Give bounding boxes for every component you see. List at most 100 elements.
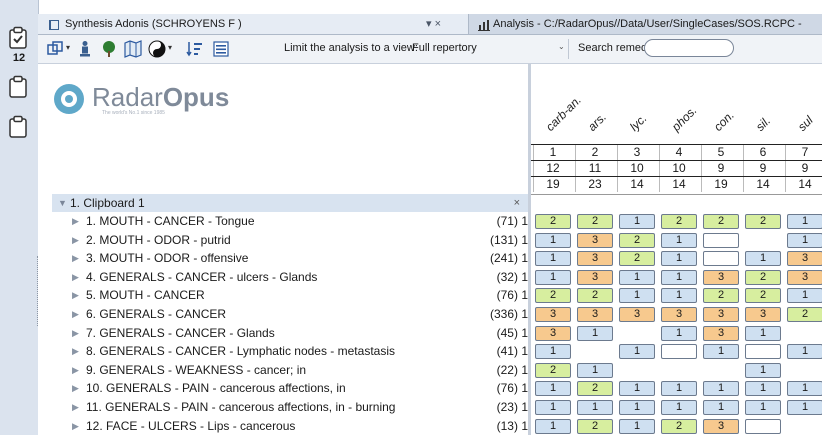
grade-cell[interactable]: 1	[661, 400, 697, 415]
grade-cell[interactable]: 1	[535, 232, 571, 248]
grade-cell[interactable]: 1	[745, 251, 781, 267]
tree-family-icon[interactable]	[100, 40, 118, 58]
grade-cell[interactable]: 3	[577, 307, 613, 322]
grade-cell[interactable]: 3	[535, 325, 571, 341]
clipboard-group-header[interactable]: ▼ 1. Clipboard 1 ×	[52, 194, 528, 212]
grade-cell[interactable]: 1	[535, 381, 571, 397]
chevron-down-icon[interactable]: ▼	[58, 194, 67, 212]
chevron-down-icon[interactable]: ▾	[66, 43, 70, 52]
grade-cell[interactable]: 3	[787, 269, 822, 285]
grade-cell[interactable]: 2	[619, 232, 655, 248]
rubric-row[interactable]: ▶ 7. GENERALS - CANCER - Glands (45) 1	[52, 324, 528, 342]
grade-cell[interactable]: 1	[787, 400, 822, 415]
grade-cell[interactable]: 2	[577, 214, 613, 229]
grade-cell[interactable]: 1	[661, 325, 697, 341]
expand-arrow-icon[interactable]: ▶	[72, 249, 79, 267]
rubric-row[interactable]: ▶ 11. GENERALS - PAIN - cancerous affecti…	[52, 398, 528, 416]
grade-cell[interactable]: 1	[619, 344, 655, 360]
remedy-header[interactable]: lyc.	[619, 64, 657, 144]
grade-cell[interactable]: 1	[661, 288, 697, 304]
expand-arrow-icon[interactable]: ▶	[72, 231, 79, 249]
rubric-row[interactable]: ▶ 3. MOUTH - ODOR - offensive (241) 1	[52, 249, 528, 267]
grade-cell[interactable]: 1	[577, 362, 613, 378]
grade-cell[interactable]: 2	[745, 269, 781, 285]
grade-cell[interactable]	[703, 232, 739, 248]
grade-cell[interactable]	[661, 344, 697, 360]
rubric-row[interactable]: ▶ 9. GENERALS - WEAKNESS - cancer; in (22)…	[52, 361, 528, 379]
expand-arrow-icon[interactable]: ▶	[72, 361, 79, 379]
close-icon[interactable]: ×	[514, 194, 520, 212]
expand-arrow-icon[interactable]: ▶	[72, 417, 79, 435]
grade-cell[interactable]: 3	[577, 232, 613, 248]
grade-cell[interactable]: 1	[535, 418, 571, 434]
view-select[interactable]: Full repertory	[410, 40, 530, 56]
remedy-header[interactable]: con.	[703, 64, 741, 144]
grade-cell[interactable]: 2	[703, 214, 739, 229]
grade-cell[interactable]: 1	[745, 362, 781, 378]
expand-arrow-icon[interactable]: ▶	[72, 398, 79, 416]
chevron-down-icon[interactable]: ⌄	[558, 42, 565, 51]
grade-cell[interactable]: 2	[535, 362, 571, 378]
expand-arrow-icon[interactable]: ▶	[72, 379, 79, 397]
expand-arrow-icon[interactable]: ▶	[72, 286, 79, 304]
grade-cell[interactable]: 1	[577, 400, 613, 415]
search-remedy-input[interactable]	[644, 39, 734, 57]
rubric-row[interactable]: ▶ 5. MOUTH - CANCER (76) 1	[52, 286, 528, 304]
grade-cell[interactable]: 1	[619, 269, 655, 285]
grade-cell[interactable]: 1	[787, 214, 822, 229]
rubric-row[interactable]: ▶ 10. GENERALS - PAIN - cancerous affecti…	[52, 379, 528, 397]
list-view-icon[interactable]	[212, 40, 230, 58]
grade-cell[interactable]: 1	[661, 269, 697, 285]
grade-cell[interactable]: 1	[619, 288, 655, 304]
grade-cell[interactable]: 1	[619, 418, 655, 434]
clipboard-layout-icon[interactable]	[46, 40, 64, 58]
grade-cell[interactable]: 1	[619, 214, 655, 229]
rubric-row[interactable]: ▶ 2. MOUTH - ODOR - putrid (131) 1	[52, 231, 528, 249]
rubric-row[interactable]: ▶ 6. GENERALS - CANCER (336) 1	[52, 305, 528, 323]
grade-cell[interactable]: 2	[577, 381, 613, 397]
tab-menu-close-controls[interactable]: ▾ ×	[426, 14, 441, 34]
remedy-header[interactable]: carb-an.	[535, 64, 584, 144]
grade-cell[interactable]: 1	[535, 251, 571, 267]
chevron-down-icon[interactable]: ▾	[168, 43, 172, 52]
tab-synthesis[interactable]: Synthesis Adonis (SCHROYENS F ) ▾ ×	[38, 14, 469, 34]
remedy-header[interactable]: sul	[787, 64, 822, 144]
grade-cell[interactable]: 3	[703, 269, 739, 285]
expand-arrow-icon[interactable]: ▶	[72, 212, 79, 230]
grade-cell[interactable]: 1	[661, 232, 697, 248]
grade-cell[interactable]: 3	[619, 307, 655, 322]
grade-cell[interactable]: 2	[535, 214, 571, 229]
grade-cell[interactable]: 3	[745, 307, 781, 322]
rubric-row[interactable]: ▶ 8. GENERALS - CANCER - Lymphatic nodes …	[52, 342, 528, 360]
grade-cell[interactable]	[703, 251, 739, 267]
grade-cell[interactable]: 1	[745, 325, 781, 341]
grade-cell[interactable]: 1	[703, 344, 739, 360]
grade-cell[interactable]: 3	[661, 307, 697, 322]
grade-cell[interactable]: 1	[535, 344, 571, 360]
grade-cell[interactable]	[745, 418, 781, 434]
grade-cell[interactable]: 1	[619, 400, 655, 415]
grade-cell[interactable]: 1	[787, 381, 822, 397]
expand-arrow-icon[interactable]: ▶	[72, 268, 79, 286]
grade-cell[interactable]: 3	[577, 269, 613, 285]
rubric-row[interactable]: ▶ 12. FACE - ULCERS - Lips - cancerous (13…	[52, 417, 528, 435]
grade-cell[interactable]: 1	[535, 269, 571, 285]
grade-cell[interactable]: 3	[703, 307, 739, 322]
grade-cell[interactable]: 1	[745, 400, 781, 415]
grade-cell[interactable]: 3	[787, 251, 822, 267]
grade-cell[interactable]: 2	[745, 214, 781, 229]
grade-cell[interactable]: 1	[535, 400, 571, 415]
yin-yang-icon[interactable]	[148, 40, 166, 58]
grade-cell[interactable]: 2	[703, 288, 739, 304]
grade-cell[interactable]: 1	[703, 400, 739, 415]
grade-cell[interactable]: 1	[661, 251, 697, 267]
clipboard-2-icon[interactable]	[7, 75, 29, 99]
grade-cell[interactable]: 1	[619, 381, 655, 397]
grade-cell[interactable]: 1	[745, 381, 781, 397]
remedy-header[interactable]: ars.	[577, 64, 615, 144]
clipboard-active-icon[interactable]	[7, 26, 29, 50]
clipboard-3-icon[interactable]	[7, 115, 29, 139]
expand-arrow-icon[interactable]: ▶	[72, 324, 79, 342]
grade-cell[interactable]: 2	[577, 288, 613, 304]
grade-cell[interactable]: 2	[745, 288, 781, 304]
